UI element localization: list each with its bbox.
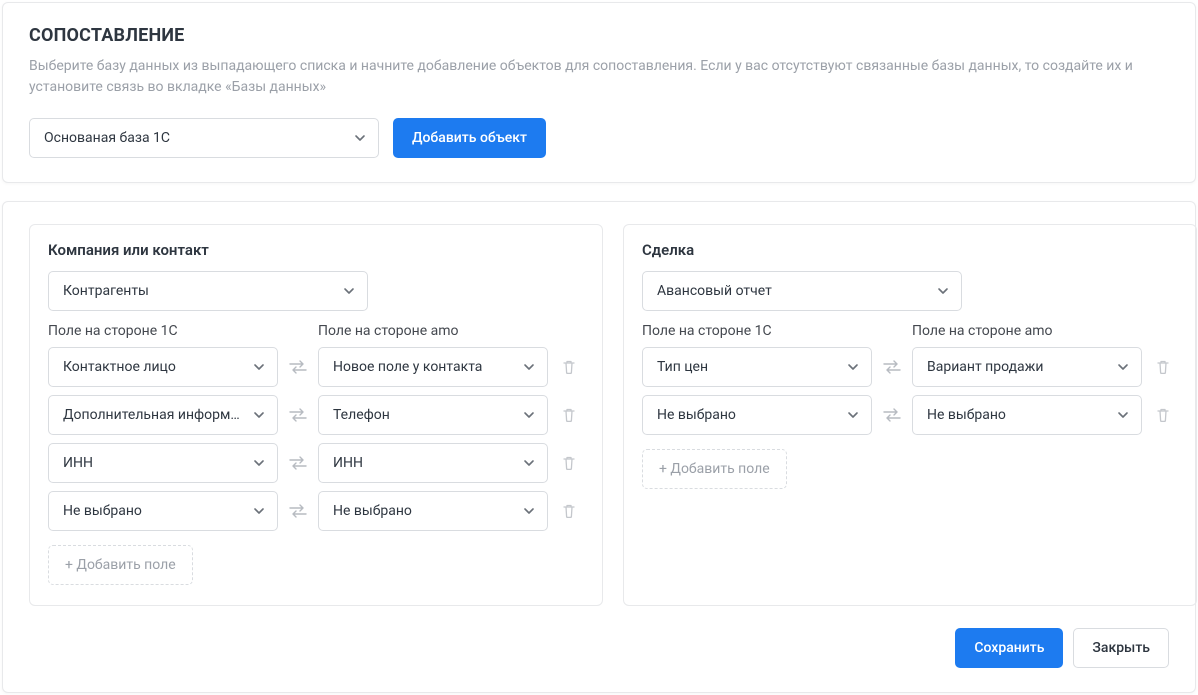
chevron-down-icon <box>1117 361 1129 373</box>
delete-row-button[interactable] <box>554 407 584 423</box>
swap-icon[interactable] <box>278 504 318 518</box>
page-subtitle: Выберите базу данных из выпадающего спис… <box>29 56 1169 98</box>
delete-row-button[interactable] <box>554 503 584 519</box>
delete-row-button[interactable] <box>554 359 584 375</box>
mapping-row: Не выбрано Не выбрано <box>48 491 584 531</box>
swap-icon[interactable] <box>278 360 318 374</box>
chevron-down-icon <box>523 505 535 517</box>
object-main-select[interactable]: Авансовый отчет <box>642 271 962 311</box>
chevron-down-icon <box>847 361 859 373</box>
chevron-down-icon <box>253 409 265 421</box>
field-amo-select[interactable]: Новое поле у контакта <box>318 347 548 387</box>
chevron-down-icon <box>523 361 535 373</box>
field-amo-select[interactable]: Не выбрано <box>318 491 548 531</box>
swap-icon[interactable] <box>872 408 912 422</box>
field-amo-select[interactable]: Телефон <box>318 395 548 435</box>
mapping-row: Тип цен Вариант продажи <box>642 347 1178 387</box>
delete-row-button[interactable] <box>1148 407 1178 423</box>
chevron-down-icon <box>354 132 366 144</box>
header-controls: Основаная база 1С Добавить объект <box>29 118 1169 158</box>
swap-icon[interactable] <box>872 360 912 374</box>
chevron-down-icon <box>343 285 355 297</box>
footer-actions: Сохранить Закрыть <box>29 628 1169 668</box>
mapping-row: Контактное лицо Новое поле у контакта <box>48 347 584 387</box>
field-1c-select[interactable]: Не выбрано <box>48 491 278 531</box>
chevron-down-icon <box>253 505 265 517</box>
add-field-button[interactable]: + Добавить поле <box>48 545 193 585</box>
chevron-down-icon <box>253 361 265 373</box>
chevron-down-icon <box>1117 409 1129 421</box>
chevron-down-icon <box>253 457 265 469</box>
column-header-1c: Поле на стороне 1С <box>48 323 278 339</box>
field-1c-select[interactable]: ИНН <box>48 443 278 483</box>
save-button[interactable]: Сохранить <box>955 628 1063 668</box>
object-card-deal: Сделка Авансовый отчет Поле на стороне 1… <box>623 224 1197 606</box>
delete-row-button[interactable] <box>1148 359 1178 375</box>
field-amo-select[interactable]: ИНН <box>318 443 548 483</box>
close-button[interactable]: Закрыть <box>1073 628 1169 668</box>
object-title: Компания или контакт <box>48 241 584 259</box>
column-headers: Поле на стороне 1С Поле на стороне amo <box>642 323 1178 339</box>
column-header-amo: Поле на стороне amo <box>912 323 1142 339</box>
object-title: Сделка <box>642 241 1178 259</box>
mapping-row: Не выбрано Не выбрано <box>642 395 1178 435</box>
add-field-button[interactable]: + Добавить поле <box>642 449 787 489</box>
field-1c-select[interactable]: Контактное лицо <box>48 347 278 387</box>
field-1c-select[interactable]: Тип цен <box>642 347 872 387</box>
mapping-row: ИНН ИНН <box>48 443 584 483</box>
field-1c-select[interactable]: Не выбрано <box>642 395 872 435</box>
page-title: СОПОСТАВЛЕНИЕ <box>29 25 1169 46</box>
swap-icon[interactable] <box>278 408 318 422</box>
header-card: СОПОСТАВЛЕНИЕ Выберите базу данных из вы… <box>2 2 1196 183</box>
swap-icon[interactable] <box>278 456 318 470</box>
database-select-value: Основаная база 1С <box>44 130 344 146</box>
object-main-select[interactable]: Контрагенты <box>48 271 368 311</box>
chevron-down-icon <box>523 457 535 469</box>
object-card-company: Компания или контакт Контрагенты Поле на… <box>29 224 603 606</box>
column-headers: Поле на стороне 1С Поле на стороне amo <box>48 323 584 339</box>
chevron-down-icon <box>937 285 949 297</box>
chevron-down-icon <box>523 409 535 421</box>
add-object-button[interactable]: Добавить объект <box>393 118 546 158</box>
field-1c-select[interactable]: Дополнительная информ… <box>48 395 278 435</box>
mapping-row: Дополнительная информ… Телефон <box>48 395 584 435</box>
database-select[interactable]: Основаная база 1С <box>29 118 379 158</box>
objects-card: Компания или контакт Контрагенты Поле на… <box>2 201 1196 693</box>
delete-row-button[interactable] <box>554 455 584 471</box>
column-header-1c: Поле на стороне 1С <box>642 323 872 339</box>
objects-container: Компания или контакт Контрагенты Поле на… <box>29 224 1169 606</box>
field-amo-select[interactable]: Вариант продажи <box>912 347 1142 387</box>
field-amo-select[interactable]: Не выбрано <box>912 395 1142 435</box>
chevron-down-icon <box>847 409 859 421</box>
column-header-amo: Поле на стороне amo <box>318 323 548 339</box>
